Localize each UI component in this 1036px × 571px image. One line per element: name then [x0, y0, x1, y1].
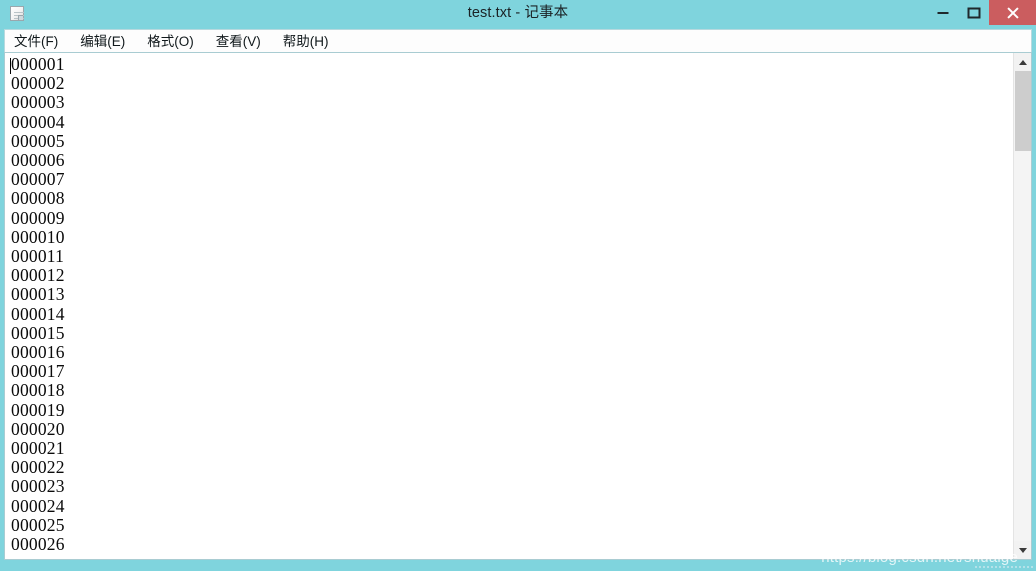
notepad-icon-fold — [18, 15, 23, 20]
window-title: test.txt - 记事本 — [467, 5, 569, 21]
close-button[interactable] — [989, 0, 1036, 25]
text-content[interactable]: 000001 000002 000003 000004 000005 00000… — [11, 54, 1013, 554]
menu-item-help[interactable]: 帮助(H) — [283, 31, 329, 52]
chevron-down-icon — [1018, 547, 1027, 553]
notepad-icon — [9, 4, 26, 22]
notepad-window: test.txt - 记事本 文件(F) 编辑(E) 格式(O) 查看(V) 帮… — [0, 0, 1036, 571]
menu-item-file[interactable]: 文件(F) — [14, 31, 58, 52]
scroll-down-button[interactable] — [1014, 541, 1031, 559]
window-controls — [927, 0, 1036, 25]
title-bar[interactable]: test.txt - 记事本 — [0, 0, 1036, 27]
chevron-up-icon — [1018, 59, 1027, 65]
minimize-button[interactable] — [927, 0, 958, 25]
menu-bar: 文件(F) 编辑(E) 格式(O) 查看(V) 帮助(H) — [4, 29, 1032, 52]
resize-grip[interactable] — [974, 565, 1034, 570]
vertical-scrollbar[interactable] — [1013, 53, 1031, 559]
notepad-icon-line — [14, 12, 24, 13]
scrollbar-thumb[interactable] — [1015, 71, 1031, 151]
close-icon — [1006, 6, 1020, 20]
scroll-up-button[interactable] — [1014, 53, 1031, 71]
menu-item-view[interactable]: 查看(V) — [216, 31, 261, 52]
maximize-button[interactable] — [958, 0, 989, 25]
editor-frame: 000001 000002 000003 000004 000005 00000… — [4, 52, 1032, 560]
menu-item-format[interactable]: 格式(O) — [147, 31, 194, 52]
menu-item-edit[interactable]: 编辑(E) — [80, 31, 125, 52]
minimize-icon — [937, 11, 948, 14]
maximize-icon — [967, 7, 980, 18]
text-editor-viewport[interactable]: 000001 000002 000003 000004 000005 00000… — [5, 53, 1013, 559]
notepad-icon-page — [10, 6, 24, 21]
